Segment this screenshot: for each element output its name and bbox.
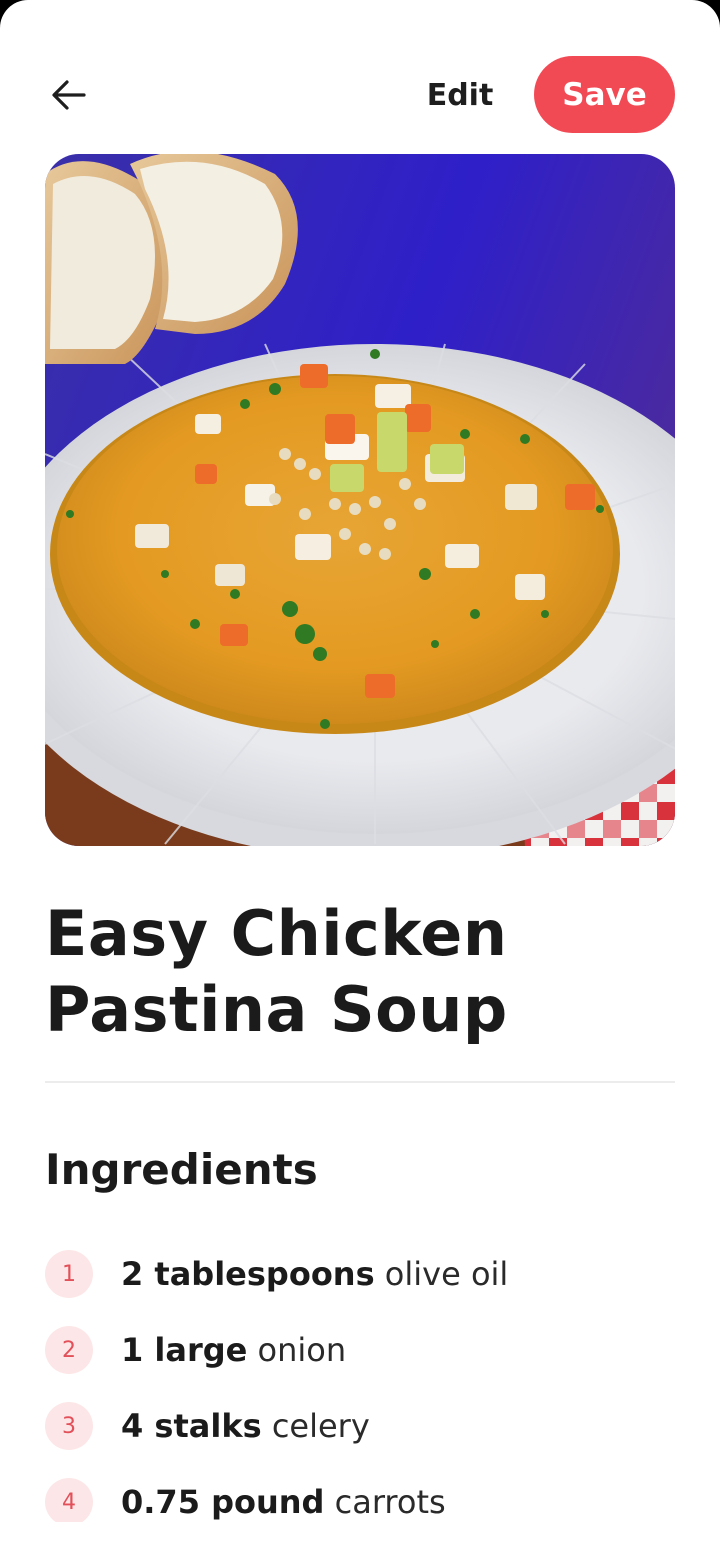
ingredients-list: 1 2 tablespoons olive oil 2 1 large onio… [45, 1248, 675, 1522]
ingredient-text: 2 tablespoons olive oil [121, 1252, 508, 1296]
ingredient-quantity: 4 stalks [121, 1407, 262, 1445]
ingredient-name: carrots [334, 1483, 446, 1521]
top-bar: Edit Save [0, 56, 720, 134]
ingredient-item: 4 0.75 pound carrots [45, 1476, 675, 1522]
recipe-photo [45, 154, 675, 846]
recipe-title: Easy Chicken Pastina Soup [45, 896, 675, 1048]
ingredient-text: 1 large onion [121, 1328, 346, 1372]
ingredient-quantity: 0.75 pound [121, 1483, 325, 1521]
back-button[interactable] [38, 64, 100, 126]
ingredient-name: olive oil [384, 1255, 509, 1293]
arrow-left-icon [52, 80, 86, 110]
ingredient-text: 0.75 pound carrots [121, 1480, 446, 1522]
ingredient-item: 1 2 tablespoons olive oil [45, 1248, 675, 1324]
ingredient-item: 3 4 stalks celery [45, 1400, 675, 1476]
ingredient-text: 4 stalks celery [121, 1404, 370, 1448]
divider [45, 1081, 675, 1083]
recipe-sheet: Edit Save Easy Chicken Pastina Soup Ingr… [0, 0, 720, 1558]
ingredient-number: 4 [45, 1478, 93, 1522]
edit-button[interactable]: Edit [420, 56, 500, 134]
ingredient-quantity: 1 large [121, 1331, 248, 1369]
ingredient-name: onion [257, 1331, 347, 1369]
ingredient-item: 2 1 large onion [45, 1324, 675, 1400]
ingredient-name: celery [271, 1407, 370, 1445]
ingredient-number: 2 [45, 1326, 93, 1374]
ingredient-number: 3 [45, 1402, 93, 1450]
recipe-title-line1: Easy Chicken [45, 897, 508, 970]
save-button[interactable]: Save [534, 56, 675, 133]
ingredients-heading: Ingredients [45, 1145, 318, 1194]
ingredient-number: 1 [45, 1250, 93, 1298]
ingredient-quantity: 2 tablespoons [121, 1255, 375, 1293]
recipe-title-line2: Pastina Soup [45, 973, 508, 1046]
